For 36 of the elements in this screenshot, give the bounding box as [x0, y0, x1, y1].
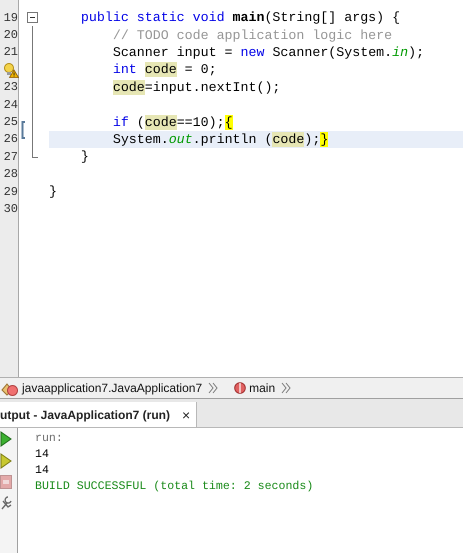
line-number: 20 [4, 28, 18, 42]
fold-collapse-icon[interactable] [27, 12, 38, 23]
output-line: BUILD SUCCESSFUL (total time: 2 seconds) [35, 480, 314, 495]
wrench-icon[interactable] [0, 495, 12, 511]
line-number: 27 [4, 150, 18, 164]
run-icon[interactable] [0, 431, 12, 447]
line-number: 21 [4, 45, 18, 60]
breadcrumb-item[interactable]: javaapplication7.JavaApplication7 [22, 381, 202, 395]
output-line: 14 [35, 448, 50, 463]
line-number: 26 [4, 132, 18, 146]
output-tab[interactable]: utput - JavaApplication7 (run) × [0, 402, 198, 427]
method-icon [234, 382, 246, 394]
output-line: 14 [35, 464, 50, 479]
line-number: 24 [4, 98, 18, 112]
code-line: } [80, 149, 89, 164]
code-line: code=input.nextInt(); [112, 80, 280, 95]
breadcrumb-item[interactable]: main [249, 381, 276, 395]
chevron-icon[interactable] [281, 382, 292, 394]
warning-bulb-icon[interactable] [3, 62, 19, 78]
code-line: int code = 0; [112, 62, 217, 78]
line-number: 23 [4, 80, 18, 94]
line-number: 28 [4, 167, 18, 182]
play-icon[interactable] [0, 453, 12, 469]
code-line: // TODO code application logic here [112, 28, 392, 43]
close-icon[interactable]: × [182, 406, 190, 422]
code-line: Scanner input = new Scanner(System.in); [112, 44, 424, 60]
output-line: run: [35, 432, 64, 447]
chevron-icon[interactable] [208, 382, 220, 394]
code-line: System.out.println (code);} [112, 132, 328, 147]
code-line: if (code==10);{ [112, 114, 233, 130]
line-number: 30 [4, 202, 18, 216]
line-number: 19 [4, 10, 18, 25]
code-line: public static void main(String[] args) { [80, 10, 400, 26]
code-line: } [49, 184, 57, 200]
line-number: 25 [4, 115, 18, 130]
line-number: 29 [4, 184, 18, 199]
